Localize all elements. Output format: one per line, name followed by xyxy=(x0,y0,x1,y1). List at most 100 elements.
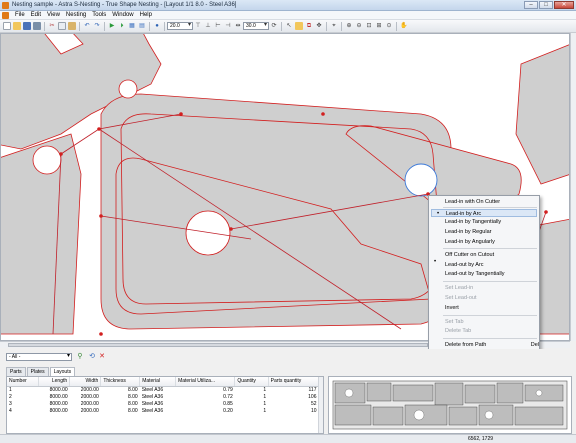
cell-quantity: 1 xyxy=(263,386,267,393)
table-row[interactable]: 2 8000.00 2000.00 8.00 Steel A36 0.72 1 … xyxy=(7,393,319,400)
move-icon[interactable]: ✥ xyxy=(315,22,323,30)
align-left-icon[interactable]: ⊢ xyxy=(214,22,222,30)
menu-nesting[interactable]: Nesting xyxy=(63,12,89,18)
refresh-icon[interactable]: ⟲ xyxy=(88,353,96,361)
menu-window[interactable]: Window xyxy=(109,12,136,18)
pan-hand-icon[interactable]: ✋ xyxy=(400,22,408,30)
cell-number: 4 xyxy=(9,407,12,414)
print-icon[interactable] xyxy=(33,22,41,30)
table-row[interactable]: 3 8000.00 2000.00 8.00 Steel A36 0.85 1 … xyxy=(7,400,319,407)
menu-help[interactable]: Help xyxy=(137,12,155,18)
menu-lead-out-by-arc[interactable]: Lead-out by Arc xyxy=(445,261,484,269)
menu-separator xyxy=(443,315,537,316)
scrollbar-thumb[interactable] xyxy=(8,343,428,347)
zoom-all-icon[interactable]: ⊞ xyxy=(375,22,383,30)
menu-lead-in-regular[interactable]: Lead-in by Regular xyxy=(445,228,491,236)
column-header[interactable]: Quantity xyxy=(234,377,269,387)
cell-length: 8000.00 xyxy=(49,407,68,414)
cell-thickness: 8.00 xyxy=(127,393,138,400)
cell-parts-quantity: 117 xyxy=(308,386,317,393)
column-header[interactable]: Number xyxy=(7,377,39,387)
menu-lead-in-tangentially[interactable]: Lead-in by Tangentially xyxy=(445,218,501,226)
column-header[interactable]: Width xyxy=(69,377,102,387)
column-header[interactable]: Thickness xyxy=(100,377,141,387)
cut-icon[interactable]: ✂ xyxy=(48,22,56,30)
zoom-value-combo[interactable]: 20.0 xyxy=(167,22,193,30)
highlight-icon[interactable] xyxy=(295,22,303,30)
column-header[interactable]: Material Utiliza... xyxy=(175,377,236,387)
pierce-point xyxy=(59,152,63,156)
new-file-icon[interactable] xyxy=(3,22,11,30)
menu-invert[interactable]: Invert xyxy=(445,304,459,312)
align-top-icon[interactable]: ⊤ xyxy=(194,22,202,30)
menu-file[interactable]: File xyxy=(12,12,28,18)
menu-edit[interactable]: Edit xyxy=(28,12,44,18)
distribute-icon[interactable]: ⇹ xyxy=(234,22,242,30)
menu-lead-in-on-cutter[interactable]: Lead-in with On Cutter xyxy=(445,198,500,206)
menu-tools[interactable]: Tools xyxy=(89,12,109,18)
column-header[interactable]: Parts quantity xyxy=(268,377,320,387)
save-icon[interactable] xyxy=(23,22,31,30)
info-icon[interactable]: ● xyxy=(153,22,161,30)
minimize-button[interactable]: – xyxy=(524,1,538,9)
maximize-button[interactable]: □ xyxy=(539,1,553,9)
zoom-previous-icon[interactable]: ⊙ xyxy=(385,22,393,30)
canvas-vertical-scrollbar[interactable] xyxy=(570,33,576,341)
cell-material: Steel A36 xyxy=(141,386,164,393)
select-icon[interactable]: ↖ xyxy=(285,22,293,30)
align-bottom-icon[interactable]: ⊥ xyxy=(204,22,212,30)
redo-icon[interactable]: ↷ xyxy=(93,22,101,30)
run-nesting-icon[interactable]: ▶ xyxy=(108,22,116,30)
menu-lead-in-by-arc[interactable]: • Lead-in by Arc xyxy=(431,209,537,217)
cell-width: 2000.00 xyxy=(80,393,99,400)
open-folder-icon[interactable] xyxy=(13,22,21,30)
zoom-out-icon[interactable]: ⊖ xyxy=(355,22,363,30)
column-header[interactable]: Length xyxy=(38,377,71,387)
cell-length: 8000.00 xyxy=(49,386,68,393)
copy-icon[interactable] xyxy=(58,22,66,30)
delete-icon[interactable]: ✕ xyxy=(98,353,106,361)
tab-plates[interactable]: Plates xyxy=(26,367,49,376)
toolbar-divider xyxy=(164,21,165,31)
table-row[interactable]: 1 8000.00 2000.00 8.00 Steel A36 0.79 1 … xyxy=(7,386,319,393)
column-header[interactable]: Material xyxy=(139,377,177,387)
filter-icon[interactable]: ⚲ xyxy=(76,353,84,361)
paste-icon[interactable] xyxy=(68,22,76,30)
preview-part xyxy=(334,404,372,426)
cell-utilization: 0.79 xyxy=(223,386,233,393)
table-scrollbar[interactable] xyxy=(318,377,323,433)
menu-view[interactable]: View xyxy=(44,12,63,18)
document-icon[interactable] xyxy=(2,11,9,19)
rotate-icon[interactable]: ⟳ xyxy=(270,22,278,30)
rotation-angle-combo[interactable]: 30.0 xyxy=(243,22,269,30)
table-row[interactable]: 4 8000.00 2000.00 8.00 Steel A36 0.20 1 … xyxy=(7,407,319,414)
menu-separator xyxy=(443,281,537,282)
undo-icon[interactable]: ↶ xyxy=(83,22,91,30)
layout-preview[interactable] xyxy=(328,376,572,434)
tab-parts[interactable]: Parts xyxy=(6,367,26,376)
zoom-in-icon[interactable]: ⊕ xyxy=(345,22,353,30)
hole-center xyxy=(185,210,231,256)
pierce-point xyxy=(179,112,183,116)
toolbar-divider xyxy=(326,21,327,31)
cell-utilization: 0.72 xyxy=(223,393,233,400)
toolbar-divider xyxy=(44,21,45,31)
preview-part xyxy=(392,384,434,402)
zoom-window-icon[interactable]: ⊡ xyxy=(365,22,373,30)
align-right-icon[interactable]: ⊣ xyxy=(224,22,232,30)
step-icon[interactable]: ⏵ xyxy=(118,22,126,30)
layout-icon[interactable]: ▦ xyxy=(128,22,136,30)
snap-icon[interactable]: ⌖ xyxy=(330,22,338,30)
material-filter-select[interactable]: - All - xyxy=(6,353,72,361)
layout-preview-drawing xyxy=(332,380,568,430)
close-button[interactable]: ✕ xyxy=(554,1,574,9)
menu-delete-from-path[interactable]: Delete from Path Del xyxy=(445,341,539,349)
cut-path-icon[interactable]: ⧉ xyxy=(305,22,313,30)
menu-off-cutter-on-cutout[interactable]: Off Cutter on Cutout xyxy=(445,251,494,259)
menu-lead-in-angularly[interactable]: Lead-in by Angularly xyxy=(445,238,495,246)
menu-lead-out-tangentially[interactable]: Lead-out by Tangentially xyxy=(445,270,505,278)
cell-quantity: 1 xyxy=(263,407,267,414)
sheet-icon[interactable]: ▤ xyxy=(138,22,146,30)
toolbar-divider xyxy=(149,21,150,31)
toolbar-divider xyxy=(79,21,80,31)
